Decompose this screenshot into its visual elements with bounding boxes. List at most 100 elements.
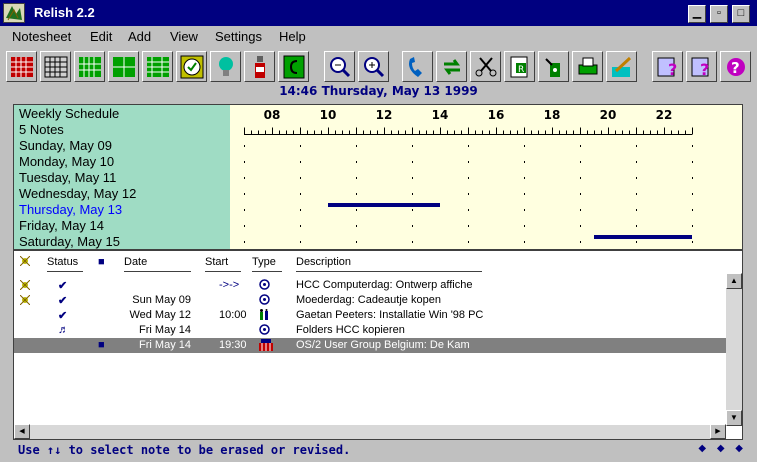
report-icon[interactable]: R (504, 51, 535, 82)
help-pointer-icon[interactable]: ? (720, 51, 751, 82)
header-underline (47, 271, 83, 272)
minimize-button[interactable]: ▁ (688, 5, 706, 23)
status-mark: ♬ (58, 324, 69, 336)
day-row[interactable]: Sunday, May 09 (19, 138, 112, 153)
menu-notesheet[interactable]: Notesheet (12, 29, 71, 44)
hour-label: 20 (600, 108, 617, 122)
menu-edit[interactable]: Edit (90, 29, 112, 44)
scroll-right-button[interactable]: ▶ (710, 424, 726, 439)
weekly-schedule: Weekly Schedule 5 Notes Sunday, May 09 M… (13, 104, 743, 250)
hour-label: 16 (488, 108, 505, 122)
vertical-scrollbar[interactable]: ▲ ▼ (726, 273, 742, 426)
note-description: OS/2 User Group Belgium: De Kam (296, 339, 470, 351)
scissors-icon[interactable] (470, 51, 501, 82)
lightbulb-icon[interactable] (210, 51, 241, 82)
menu-help[interactable]: Help (279, 29, 306, 44)
printer-icon[interactable] (572, 51, 603, 82)
header-underline (296, 271, 482, 272)
horizontal-scrollbar[interactable]: ◀ ▶ (14, 424, 726, 439)
restore-button[interactable]: ▫ (710, 5, 728, 23)
calendar-month-icon[interactable] (6, 51, 37, 82)
note-description: Folders HCC kopieren (296, 324, 405, 336)
help-book-icon[interactable]: ? (686, 51, 717, 82)
phone-icon[interactable] (402, 51, 433, 82)
table-row[interactable]: ♬ Fri May 14 Folders HCC kopieren (14, 323, 726, 338)
status-mark: ✔ (58, 310, 68, 322)
notebook-icon[interactable] (278, 51, 309, 82)
group-icon (259, 339, 273, 354)
menu-settings[interactable]: Settings (215, 29, 262, 44)
header-status[interactable]: Status (47, 256, 78, 268)
current-datetime: 14:46 Thursday, May 13 1999 (279, 84, 478, 98)
window-title: Relish 2.2 (34, 5, 95, 20)
menu-bar: Notesheet Edit Add View Settings Help (0, 27, 757, 47)
header-start[interactable]: Start (205, 256, 228, 268)
scroll-up-button[interactable]: ▲ (726, 273, 742, 289)
svg-text:?: ? (668, 60, 677, 79)
header-date[interactable]: Date (124, 256, 147, 268)
day-row[interactable]: Saturday, May 15 (19, 234, 120, 249)
scroll-down-button[interactable]: ▼ (726, 410, 742, 426)
app-logo-icon[interactable] (3, 3, 25, 23)
header-underline (205, 271, 241, 272)
table-row[interactable]: ✔ ->-> HCC Computerdag: Ontwerp affiche (14, 278, 726, 293)
header-underline (252, 271, 282, 272)
bottle-icon[interactable] (244, 51, 275, 82)
note-date: Fri May 14 (139, 324, 191, 336)
refresh-icon[interactable] (436, 51, 467, 82)
day-row-current[interactable]: Thursday, May 13 (19, 202, 122, 217)
calendar-green-icon[interactable] (108, 51, 139, 82)
table-row[interactable]: ✔ Sun May 09 Moederdag: Cadeautje kopen (14, 293, 726, 308)
calendar-day-icon[interactable] (142, 51, 173, 82)
hour-label: 18 (544, 108, 561, 122)
hour-label: 08 (264, 108, 281, 122)
svg-text:?: ? (700, 60, 709, 79)
pen-icon[interactable] (606, 51, 637, 82)
day-row[interactable]: Wednesday, May 12 (19, 186, 136, 201)
zoom-in-icon[interactable] (358, 51, 389, 82)
status-mark: ✔ (58, 280, 68, 292)
marker-square: ■ (98, 339, 105, 351)
menu-add[interactable]: Add (128, 29, 151, 44)
calendar-week-icon[interactable] (74, 51, 105, 82)
day-row[interactable]: Tuesday, May 11 (19, 170, 116, 185)
status-bar: Use ↑↓ to select note to be erased or re… (0, 441, 757, 462)
timeline-grid[interactable]: 08 10 12 14 16 18 20 22 (230, 105, 742, 249)
event-bar (594, 235, 692, 239)
header-description[interactable]: Description (296, 256, 351, 268)
note-date: Fri May 14 (139, 339, 191, 351)
svg-text:?: ? (731, 59, 740, 77)
note-description: Moederdag: Cadeautje kopen (296, 294, 441, 306)
note-date: Sun May 09 (132, 294, 191, 306)
spray-icon[interactable] (538, 51, 569, 82)
note-start: ->-> (219, 279, 240, 291)
day-row[interactable]: Friday, May 14 (19, 218, 104, 233)
maximize-button[interactable]: □ (732, 5, 750, 23)
event-bar (328, 203, 440, 207)
menu-view[interactable]: View (170, 29, 198, 44)
target-icon (259, 294, 270, 308)
table-row-selected[interactable]: ■ Fri May 14 19:30 OS/2 User Group Belgium:… (14, 338, 726, 353)
help-icon[interactable]: ? (652, 51, 683, 82)
status-text: Use ↑↓ to select note to be erased or re… (18, 443, 351, 457)
table-row[interactable]: ✔ Wed May 12 10:00 Gaetan Peeters: Installa… (14, 308, 726, 323)
svg-text:R: R (518, 65, 524, 75)
zoom-out-icon[interactable] (324, 51, 355, 82)
title-bar[interactable]: Relish 2.2 ▁ ▫ □ (0, 0, 757, 27)
alarm-clock-icon[interactable] (176, 51, 207, 82)
timeline-svg: 08 10 12 14 16 18 20 22 (244, 108, 693, 249)
notes-list: Status ■ Date Start Type Description ✔ ->… (13, 250, 743, 440)
nav-arrows[interactable]: ◆ ◆ ◆ (698, 443, 747, 454)
people-icon (259, 309, 270, 324)
scroll-left-button[interactable]: ◀ (14, 424, 30, 439)
header-marker[interactable]: ■ (98, 256, 105, 268)
status-mark: ✔ (58, 295, 68, 307)
hour-label: 10 (320, 108, 337, 122)
header-type[interactable]: Type (252, 256, 276, 268)
calendar-grid-icon[interactable] (40, 51, 71, 82)
hour-label: 14 (432, 108, 449, 122)
header-underline (124, 271, 191, 272)
day-row[interactable]: Monday, May 10 (19, 154, 114, 169)
note-start: 10:00 (219, 309, 247, 321)
note-description: Gaetan Peeters: Installatie Win '98 PC (296, 309, 484, 321)
